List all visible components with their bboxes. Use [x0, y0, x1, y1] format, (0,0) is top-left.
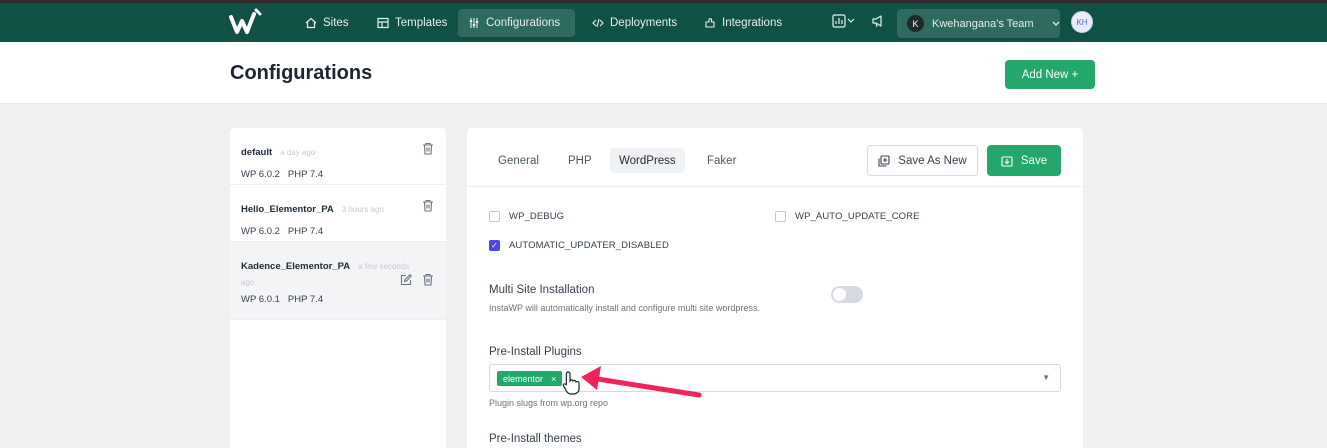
tab-bar: General PHP WordPress Faker Save As New …	[467, 128, 1083, 187]
config-time: a day ago	[280, 148, 316, 157]
announcement-icon[interactable]	[871, 14, 885, 28]
trash-icon[interactable]	[422, 142, 434, 155]
list-item[interactable]: default a day ago WP 6.0.2 PHP 7.4	[230, 128, 446, 185]
themes-title: Pre-Install themes	[489, 433, 582, 445]
nav-sites-label: Sites	[323, 17, 349, 29]
page-header: Configurations Add New +	[0, 42, 1327, 104]
team-avatar: K	[907, 15, 924, 32]
config-php-version: PHP 7.4	[287, 169, 324, 180]
team-name: Kwehangana's Team	[932, 17, 1034, 30]
nav-sites[interactable]: Sites	[295, 9, 359, 37]
sliders-icon	[469, 18, 479, 28]
checkbox-label: AUTOMATIC_UPDATER_DISABLED	[509, 240, 669, 251]
nav-deployments[interactable]: Deployments	[582, 9, 687, 37]
tab-wordpress[interactable]: WordPress	[610, 148, 685, 173]
tab-general[interactable]: General	[489, 148, 548, 173]
config-wp-version: WP 6.0.1	[241, 294, 280, 305]
config-time: 3 hours ago	[341, 205, 385, 214]
tab-faker[interactable]: Faker	[698, 148, 745, 173]
nav-configurations-label: Configurations	[486, 17, 561, 29]
nav-templates-label: Templates	[395, 17, 448, 29]
chevron-down-icon[interactable]: ▼	[1042, 373, 1050, 382]
multisite-toggle[interactable]	[831, 286, 863, 303]
nav-deployments-label: Deployments	[610, 17, 678, 29]
config-name: default	[241, 147, 273, 158]
config-time: a few seconds	[358, 262, 410, 271]
checkbox-unchecked[interactable]	[489, 211, 500, 222]
nav-templates[interactable]: Templates	[367, 9, 457, 37]
config-name: Hello_Elementor_PA	[241, 204, 334, 215]
tab-php[interactable]: PHP	[559, 148, 601, 173]
save-label: Save	[1020, 154, 1048, 167]
config-name: Kadence_Elementor_PA	[241, 261, 351, 272]
list-item[interactable]: Hello_Elementor_PA 3 hours ago WP 6.0.2 PH…	[230, 185, 446, 242]
nav-integrations-label: Integrations	[722, 17, 783, 29]
chart-dropdown-icon[interactable]	[832, 14, 856, 28]
chevron-down-icon	[1052, 21, 1060, 26]
save-icon	[1001, 155, 1013, 167]
home-icon	[305, 17, 317, 29]
edit-icon[interactable]	[400, 274, 412, 286]
team-switcher[interactable]: K Kwehangana's Team	[897, 9, 1060, 38]
config-php-version: PHP 7.4	[287, 294, 324, 305]
trash-icon[interactable]	[422, 199, 434, 212]
chip-remove-icon[interactable]: ×	[551, 374, 556, 384]
template-icon	[377, 17, 389, 29]
add-new-button[interactable]: Add New +	[1005, 60, 1095, 89]
config-php-version: PHP 7.4	[287, 226, 324, 237]
copy-icon	[878, 154, 890, 167]
checkbox-label: WP_DEBUG	[509, 211, 565, 222]
user-avatar[interactable]: KH	[1071, 11, 1093, 33]
plugins-title: Pre-Install Plugins	[489, 346, 582, 358]
code-icon	[592, 18, 604, 28]
checkbox-unchecked[interactable]	[775, 211, 786, 222]
configuration-list: default a day ago WP 6.0.2 PHP 7.4 Hello_E…	[230, 128, 446, 448]
list-item[interactable]: Kadence_Elementor_PA a few seconds ago WP…	[230, 242, 446, 320]
plugin-chip: elementor ×	[497, 371, 563, 386]
nav-configurations[interactable]: Configurations	[458, 9, 575, 37]
save-button[interactable]: Save	[987, 145, 1061, 176]
trash-icon[interactable]	[422, 273, 434, 286]
top-navbar: Sites Templates Configurations Deploymen…	[0, 0, 1327, 42]
multisite-title: Multi Site Installation	[489, 284, 595, 296]
save-as-new-button[interactable]: Save As New	[867, 145, 978, 176]
hand-cursor-icon	[562, 371, 580, 395]
plugin-chip-label: elementor	[503, 373, 544, 384]
multisite-help: InstaWP will automatically install and c…	[489, 303, 760, 313]
configuration-editor: General PHP WordPress Faker Save As New …	[467, 128, 1083, 448]
puzzle-icon	[705, 18, 715, 28]
wp-auto-update-core-checkbox[interactable]: WP_AUTO_UPDATE_CORE	[775, 211, 920, 222]
wp-debug-checkbox[interactable]: WP_DEBUG	[489, 211, 564, 222]
instawp-logo-icon[interactable]	[229, 8, 265, 38]
config-wp-version: WP 6.0.2	[241, 226, 280, 237]
nav-integrations[interactable]: Integrations	[694, 9, 792, 37]
checkbox-label: WP_AUTO_UPDATE_CORE	[795, 211, 920, 222]
checkmark-icon[interactable]: ✓	[489, 240, 500, 251]
annotation-arrow-icon	[581, 366, 702, 398]
config-wp-version: WP 6.0.2	[241, 169, 280, 180]
automatic-updater-disabled-checkbox[interactable]: ✓ AUTOMATIC_UPDATER_DISABLED	[489, 240, 669, 251]
save-as-new-label: Save As New	[898, 154, 967, 167]
page-title: Configurations	[230, 62, 373, 84]
